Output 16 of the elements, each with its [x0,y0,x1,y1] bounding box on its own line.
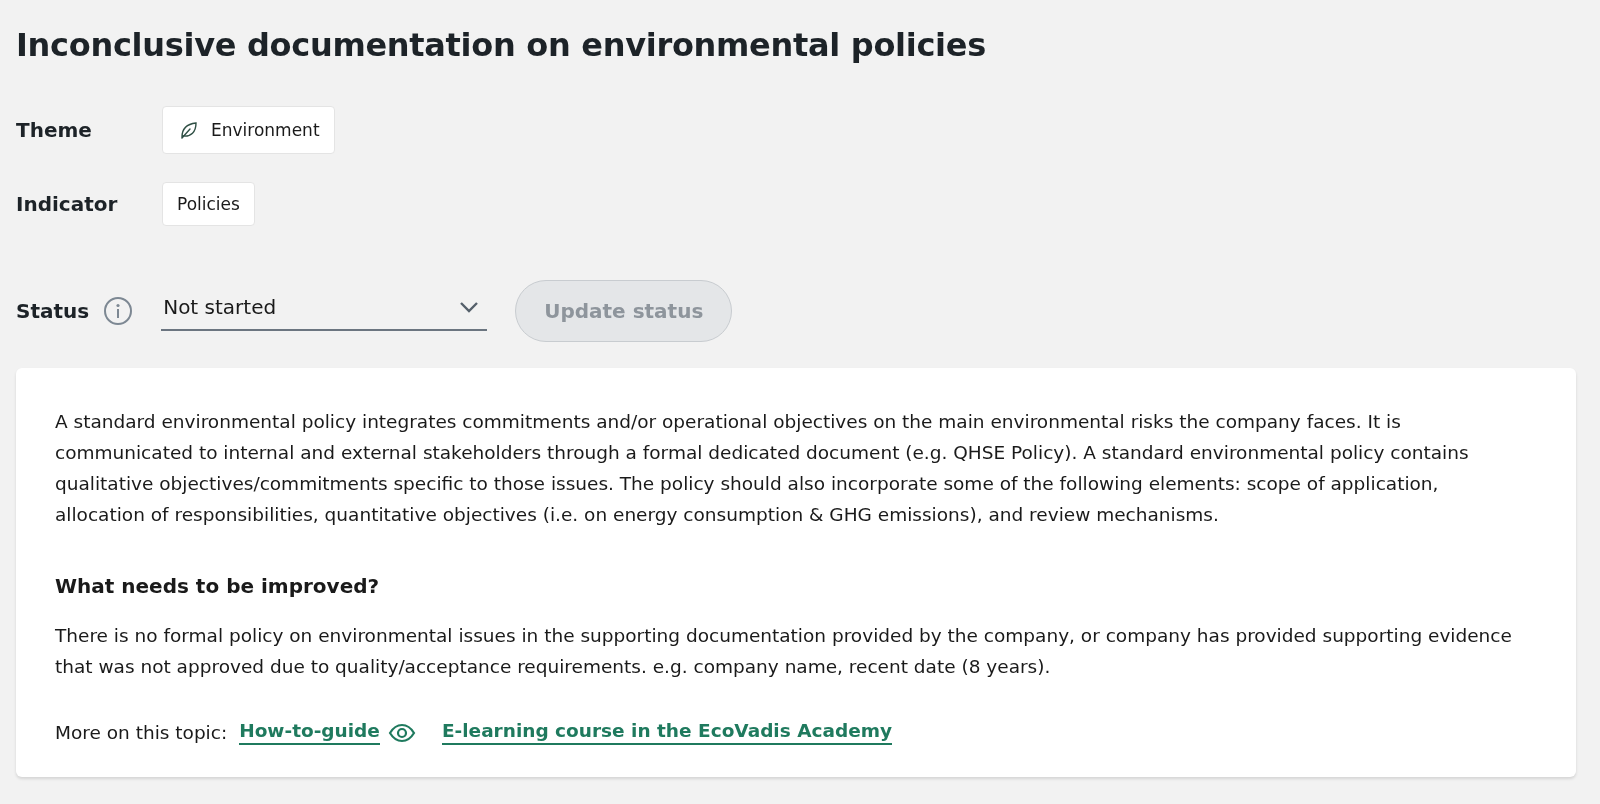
description-text: A standard environmental policy integrates commitments and/or operational objectives on the main environmental risks the company faces. It is communicated to internal and external stakeholders through a formal dedicated document (e.g. QHSE Policy). A standard environmental policy contains qualitative objectives/commitments specific to those issues. The policy should also incorporate some of the following elements: scope of application, allocation of responsibilities, quantitative objectives (i.e. on energy consumption & GHG emissions), and review mechanisms. [55,410,1470,527]
link[interactable]: E-learning course in the EcoVadis Academy [441,720,893,745]
field-label: Theme [16,118,93,142]
tag-chip: Policies [162,182,255,226]
more-label: More on this topic: [55,722,228,743]
tag-chip: Environment [162,106,335,154]
chevron-down-icon [459,301,480,313]
status-dropdown[interactable]: Not started [161,291,488,331]
eye-icon[interactable] [387,722,416,743]
field-label: Indicator [16,192,119,216]
page-title: Inconclusive documentation on environmental policies [16,26,987,64]
link[interactable]: How-to-guide [239,720,380,745]
section-heading: What needs to be improved? [55,574,381,598]
improvement-text: There is no formal policy on environmental issues in the supporting documentation provided by the company, or company has provided supporting evidence that was not approved due to quality/acceptance requirements. e.g. company name, recent date (8 years). [55,624,1513,679]
status-label: Status [16,299,90,323]
info-icon[interactable] [103,296,134,326]
